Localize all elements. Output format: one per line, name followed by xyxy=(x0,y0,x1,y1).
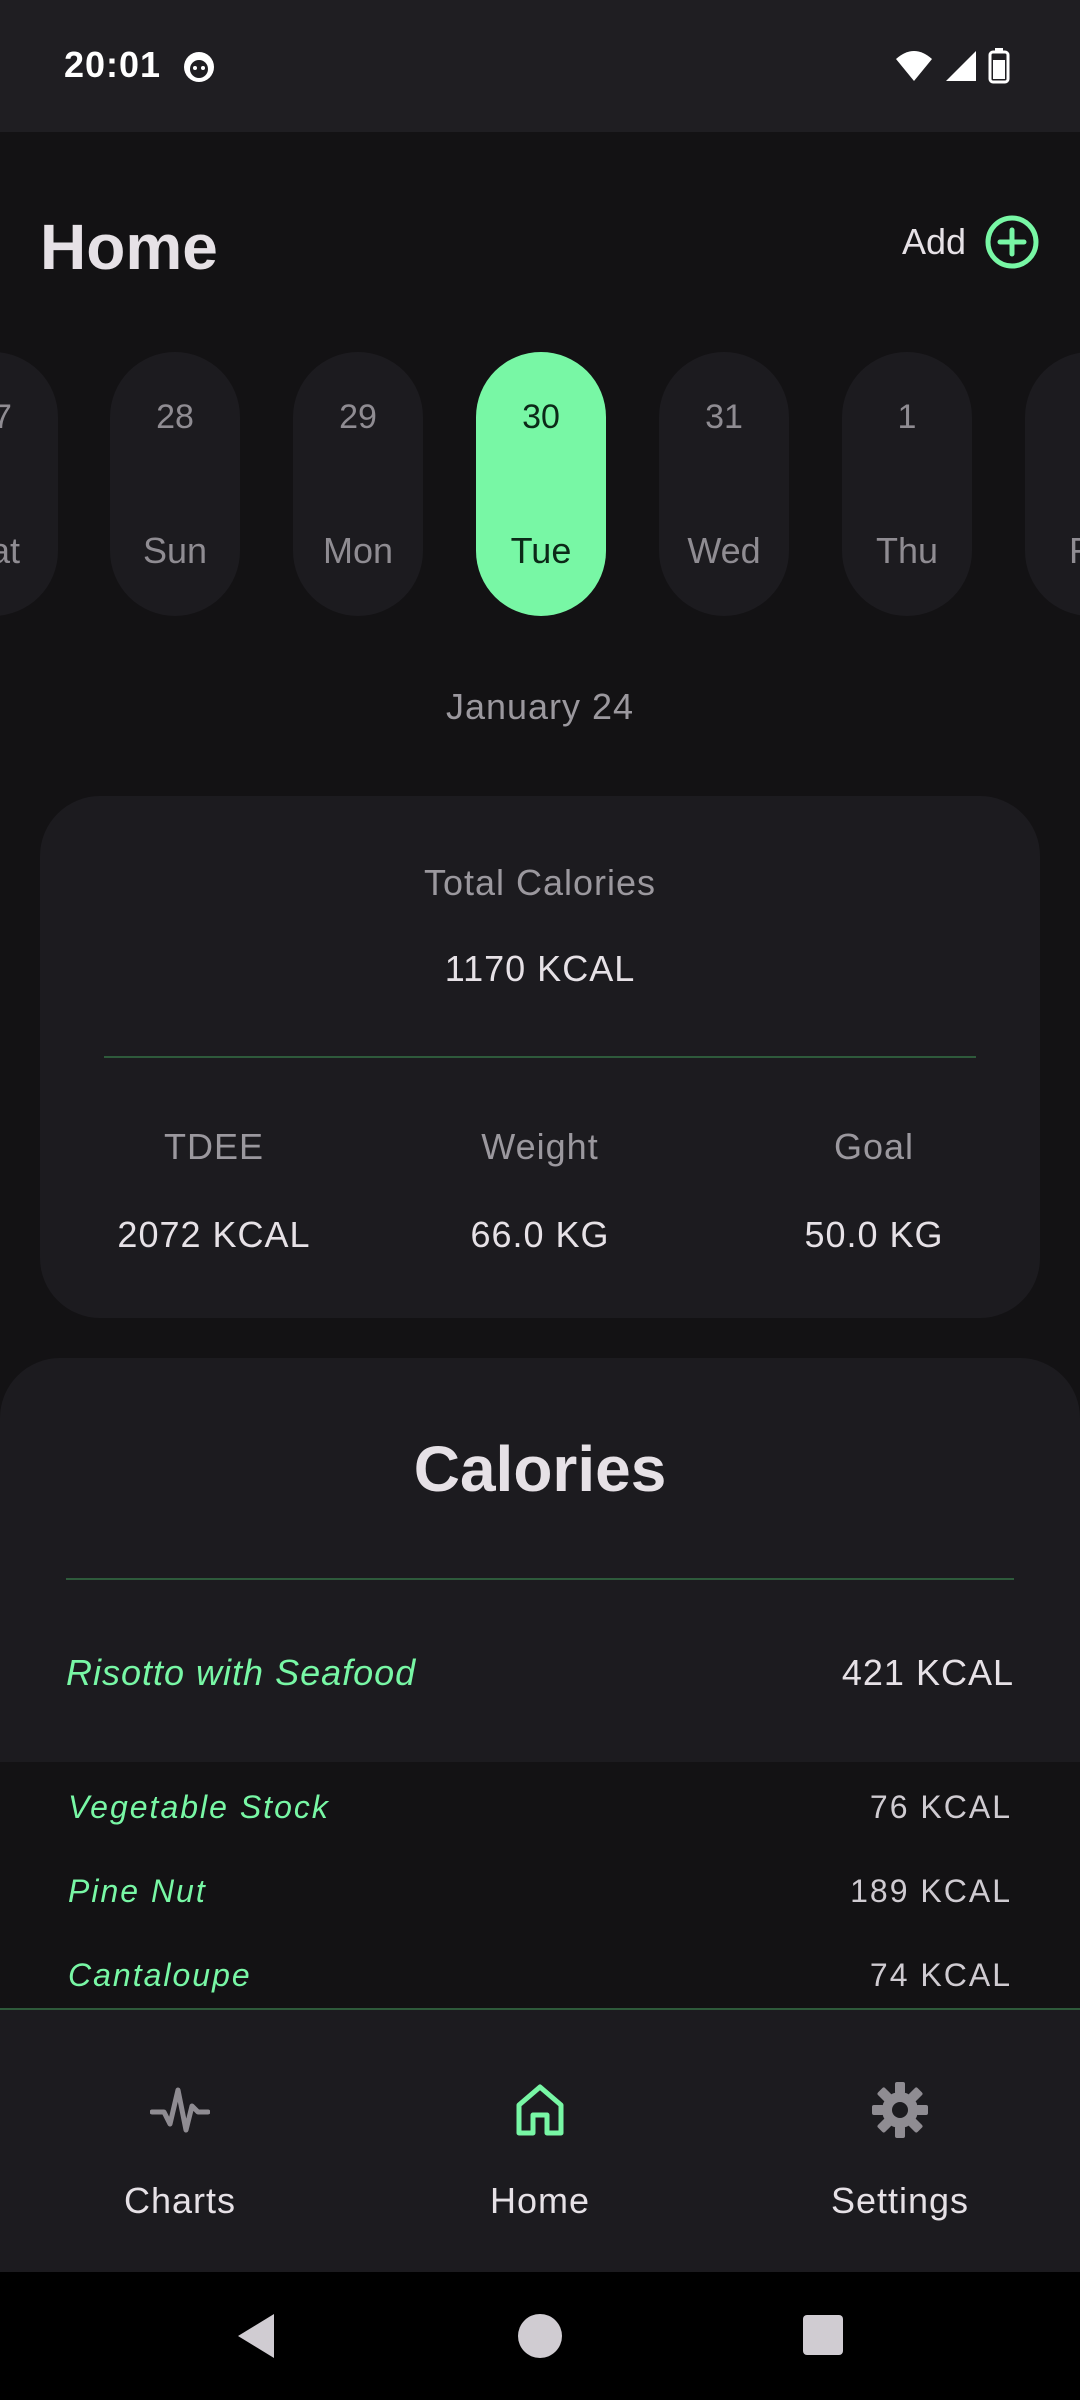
day-number: 31 xyxy=(705,398,743,436)
day-pill[interactable]: 27 Sat xyxy=(0,352,58,616)
day-number: 29 xyxy=(339,398,377,436)
nav-item-home[interactable]: Home xyxy=(390,2070,690,2222)
stat-value: 50.0 KG xyxy=(804,1214,944,1255)
calories-title: Calories xyxy=(413,1433,667,1505)
status-time: 20:01 xyxy=(64,44,162,85)
pulse-icon xyxy=(30,2070,330,2150)
notification-app-icon xyxy=(182,50,216,89)
day-name: Fri xyxy=(1025,530,1080,572)
list-item[interactable]: Cantaloupe 74 KCAL xyxy=(68,1950,1012,2000)
add-circle-icon xyxy=(985,215,1039,269)
day-number: 27 xyxy=(0,398,12,436)
day-name: Sun xyxy=(142,530,208,571)
battery-icon xyxy=(988,48,1010,84)
day-selector[interactable]: 27 Sat 28 Sun 29 Mon 30 Tue 31 Wed 1 Thu… xyxy=(0,352,1080,616)
nav-label: Charts xyxy=(123,2180,237,2221)
stat-tdee: TDEE 2072 KCAL xyxy=(64,1126,364,1256)
recents-icon[interactable] xyxy=(802,2314,844,2361)
day-name: Mon xyxy=(322,530,394,571)
list-item[interactable]: Pine Nut 189 KCAL xyxy=(68,1866,1012,1916)
ingredient-kcal: 74 KCAL xyxy=(869,1956,1012,1993)
nav-item-charts[interactable]: Charts xyxy=(30,2070,330,2222)
wifi-icon xyxy=(896,51,932,81)
gear-icon xyxy=(750,2070,1050,2150)
nav-label: Home xyxy=(489,2180,591,2221)
total-calories-value: 1170 KCAL xyxy=(444,948,636,989)
meal-kcal: 421 KCAL xyxy=(841,1652,1014,1693)
day-name: Wed xyxy=(687,530,761,571)
day-pill[interactable]: 28 Sun xyxy=(110,352,240,616)
day-number: 28 xyxy=(156,398,194,436)
meal-name: Risotto with Seafood xyxy=(66,1652,417,1693)
day-pill[interactable]: 29 Mon xyxy=(293,352,423,616)
stat-value: 2072 KCAL xyxy=(117,1214,311,1255)
day-name: Sat xyxy=(0,530,21,571)
cellular-signal-icon xyxy=(946,51,976,81)
ingredient-name: Cantaloupe xyxy=(68,1956,252,1993)
bottom-navigation: Charts Home Settings xyxy=(0,2008,1080,2272)
divider xyxy=(66,1578,1014,1580)
day-name: Tue xyxy=(510,530,572,571)
meal-row[interactable]: Risotto with Seafood 421 KCAL xyxy=(66,1648,1014,1698)
day-number: 30 xyxy=(522,398,560,436)
header: Home Add xyxy=(0,180,1080,310)
home-icon xyxy=(390,2070,690,2150)
list-item[interactable]: Vegetable Stock 76 KCAL xyxy=(68,1782,1012,1832)
ingredient-list: Vegetable Stock 76 KCAL Pine Nut 189 KCA… xyxy=(0,1762,1080,2008)
stat-label: Weight xyxy=(481,1126,599,1167)
nav-label: Settings xyxy=(830,2180,970,2221)
selected-date-label: January 24 xyxy=(445,686,635,727)
ingredient-name: Vegetable Stock xyxy=(68,1788,330,1825)
day-name: Thu xyxy=(875,530,939,571)
day-pill-selected[interactable]: 30 Tue xyxy=(476,352,606,616)
day-pill[interactable]: 2 Fri xyxy=(1025,352,1080,616)
ingredient-kcal: 189 KCAL xyxy=(850,1872,1012,1909)
ingredient-kcal: 76 KCAL xyxy=(869,1788,1012,1825)
stat-label: Goal xyxy=(833,1126,915,1167)
nav-item-settings[interactable]: Settings xyxy=(750,2070,1050,2222)
total-calories-label: Total Calories xyxy=(423,862,657,903)
day-number: 1 xyxy=(897,398,917,436)
day-pill[interactable]: 31 Wed xyxy=(659,352,789,616)
add-label: Add xyxy=(901,221,966,262)
day-pill[interactable]: 1 Thu xyxy=(842,352,972,616)
status-icons xyxy=(894,48,1010,84)
calories-sheet: Calories Risotto with Seafood 421 KCAL xyxy=(0,1358,1080,1762)
divider xyxy=(104,1056,976,1058)
system-navigation-bar xyxy=(0,2272,1080,2400)
page-title: Home xyxy=(40,211,218,283)
stat-value: 66.0 KG xyxy=(470,1214,610,1255)
stat-weight: Weight 66.0 KG xyxy=(390,1126,690,1256)
day-number: 2 xyxy=(1025,398,1080,437)
home-circle-icon[interactable] xyxy=(516,2312,564,2365)
summary-card: Total Calories 1170 KCAL TDEE 2072 KCAL … xyxy=(40,796,1040,1318)
status-bar: 20:01 xyxy=(0,0,1080,132)
stat-goal: Goal 50.0 KG xyxy=(724,1126,1024,1256)
back-icon[interactable] xyxy=(234,2312,278,2365)
stat-label: TDEE xyxy=(163,1126,264,1167)
add-button[interactable]: Add xyxy=(902,214,1040,270)
ingredient-name: Pine Nut xyxy=(68,1872,207,1909)
